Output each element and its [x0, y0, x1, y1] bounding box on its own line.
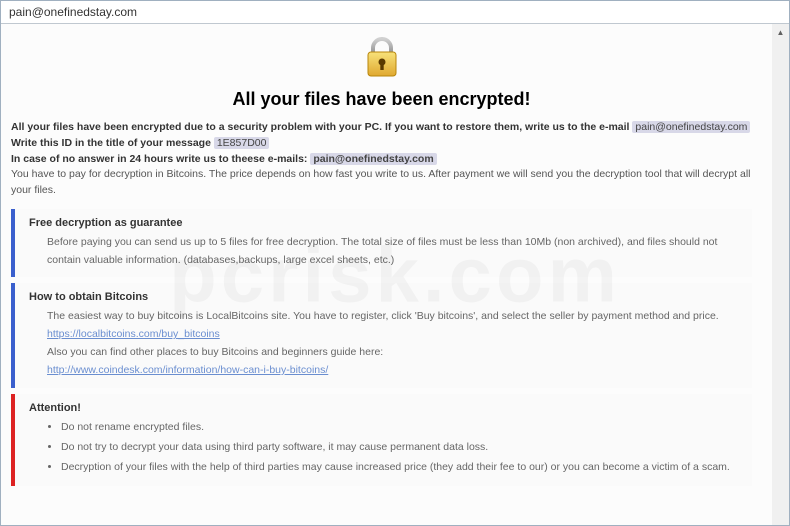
window-title: pain@onefinedstay.com: [9, 5, 137, 19]
section-attention-title: Attention!: [29, 402, 742, 414]
intro-line1: All your files have been encrypted due t…: [11, 121, 632, 133]
intro-line3: In case of no answer in 24 hours write u…: [11, 153, 437, 165]
howto-line2: Also you can find other places to buy Bi…: [47, 346, 383, 358]
lock-icon: [359, 34, 405, 85]
intro-text: All your files have been encrypted due t…: [11, 120, 752, 199]
page-title: All your files have been encrypted!: [11, 89, 752, 110]
howto-line1: The easiest way to buy bitcoins is Local…: [47, 310, 719, 322]
section-howto-title: How to obtain Bitcoins: [29, 291, 742, 303]
scrollbar[interactable]: ▲: [772, 24, 789, 525]
section-attention-body: Do not rename encrypted files. Do not tr…: [29, 419, 742, 477]
intro-line2: Write this ID in the title of your messa…: [11, 137, 214, 149]
list-item: Do not rename encrypted files.: [61, 419, 742, 437]
window: pain@onefinedstay.com pcrisk.com: [0, 0, 790, 526]
section-guarantee: Free decryption as guarantee Before payi…: [11, 209, 752, 278]
header: All your files have been encrypted!: [11, 34, 752, 110]
list-item: Decryption of your files with the help o…: [61, 459, 742, 477]
list-item: Do not try to decrypt your data using th…: [61, 439, 742, 457]
intro-line4: You have to pay for decryption in Bitcoi…: [11, 168, 751, 196]
section-howto-body: The easiest way to buy bitcoins is Local…: [29, 308, 742, 379]
section-attention: Attention! Do not rename encrypted files…: [11, 394, 752, 487]
localbitcoins-link[interactable]: https://localbitcoins.com/buy_bitcoins: [47, 328, 220, 340]
window-titlebar: pain@onefinedstay.com: [1, 1, 789, 24]
section-guarantee-title: Free decryption as guarantee: [29, 217, 742, 229]
contact-email-2: pain@onefinedstay.com: [310, 153, 436, 165]
content-area: pcrisk.com: [1, 24, 789, 525]
section-howto: How to obtain Bitcoins The easiest way t…: [11, 283, 752, 387]
attention-list: Do not rename encrypted files. Do not tr…: [47, 419, 742, 477]
page-content: All your files have been encrypted! All …: [1, 24, 772, 502]
contact-email-1: pain@onefinedstay.com: [632, 121, 750, 133]
scroll-up-icon[interactable]: ▲: [772, 24, 789, 41]
coindesk-link[interactable]: http://www.coindesk.com/information/how-…: [47, 364, 328, 376]
section-guarantee-body: Before paying you can send us up to 5 fi…: [29, 234, 742, 270]
message-id: 1E857D00: [214, 137, 270, 149]
